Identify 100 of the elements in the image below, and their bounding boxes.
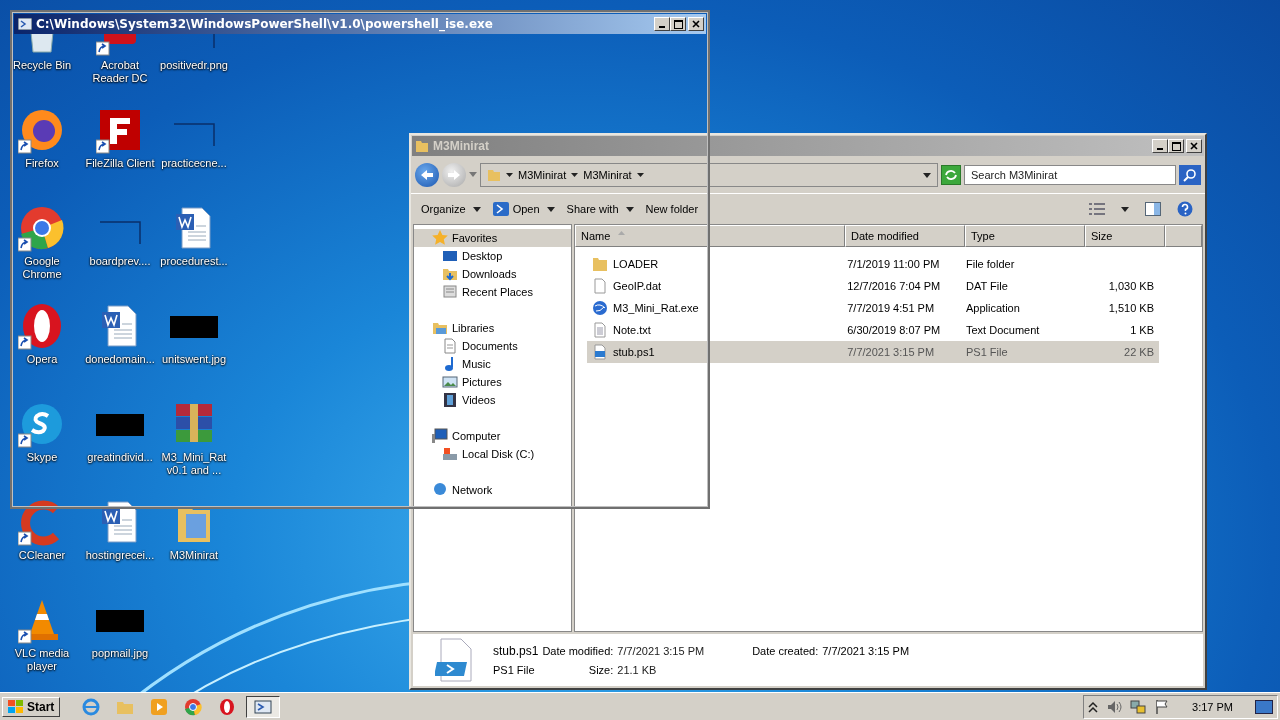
desktop-icon-label[interactable]: FileZilla Client (83, 157, 157, 170)
file-size: 22 KB (1124, 346, 1154, 358)
document-icon (442, 338, 458, 354)
blank-file-icon (592, 278, 608, 294)
column-header[interactable]: Type (965, 225, 1085, 247)
toolbar-button[interactable]: New folder (641, 199, 703, 219)
navigation-item[interactable]: Music (414, 355, 571, 373)
date-modified-label: Date modified: (542, 645, 614, 657)
navigation-item[interactable]: Recent Places (414, 283, 571, 301)
date-modified: 7/7/2019 4:51 PM (847, 302, 935, 314)
disk-icon (442, 446, 458, 462)
chevron-up-icon[interactable] (1088, 700, 1099, 713)
date-created-label: Date created: (752, 645, 819, 657)
computer-icon (432, 428, 448, 444)
desktop-icon-label[interactable]: Firefox (5, 157, 79, 170)
file-name: stub.ps1 (493, 644, 539, 658)
navigation-item[interactable]: Desktop (414, 247, 571, 265)
close-button[interactable] (1186, 139, 1202, 153)
file-type: Application (966, 302, 1020, 314)
caret-icon[interactable] (571, 172, 579, 178)
navigation-item[interactable]: Libraries (414, 319, 571, 337)
terminal-icon (492, 202, 509, 216)
file-type: PS1 File (493, 664, 536, 676)
forward-arrow-icon (447, 169, 461, 181)
column-header[interactable]: Date modified (845, 225, 965, 247)
desktop-icon-label[interactable]: unitswent.jpg (157, 353, 231, 366)
start-button[interactable]: Start (2, 696, 61, 717)
search-field[interactable]: Search M3Minirat (964, 165, 1176, 185)
pane-icon (1145, 202, 1161, 216)
navigation-item[interactable]: Downloads (414, 265, 571, 283)
desktop-icon-label[interactable]: positivedr.png (157, 59, 231, 72)
file-row[interactable]: M3_Mini_Rat.exe 7/7/2019 4:51 PM Application 1,510 KB (587, 297, 1159, 319)
toolbar-button[interactable]: Open (488, 198, 559, 220)
file-name: stub.ps1 (613, 346, 655, 358)
clock[interactable]: 3:17 PM (1192, 700, 1233, 713)
flag-icon[interactable] (1154, 698, 1171, 715)
e-logo-icon (82, 697, 101, 716)
column-header[interactable]: Size (1085, 225, 1165, 247)
network-icon[interactable] (1130, 698, 1147, 715)
breadcrumb-item[interactable]: M3Minirat (583, 169, 632, 181)
desktop-icon-label[interactable]: Opera (5, 353, 79, 366)
file-type: PS1 File (966, 346, 1008, 358)
desktop-icon-label[interactable]: Acrobat Reader DC (83, 59, 157, 85)
desktop-icon-label[interactable]: Recycle Bin (5, 59, 79, 72)
script-file-icon (435, 638, 475, 682)
file-size: 21.1 KB (617, 664, 658, 676)
desktop-icon-label[interactable]: Google Chrome (5, 255, 79, 281)
maximize-button[interactable] (670, 17, 686, 31)
close-button[interactable] (688, 17, 704, 31)
minimize-button[interactable] (1152, 139, 1168, 153)
maximize-button[interactable] (1168, 139, 1184, 153)
desktop-icon-label[interactable]: M3_Mini_Rat v0.1 and ... (157, 451, 231, 477)
minimize-button[interactable] (654, 17, 670, 31)
caret-icon (472, 206, 481, 212)
play-icon (150, 697, 169, 716)
navigation-item[interactable]: Network (414, 481, 571, 499)
folder-icon (487, 168, 501, 182)
navigation-item[interactable]: Computer (414, 427, 571, 445)
navigation-item[interactable]: Pictures (414, 373, 571, 391)
file-name: Note.txt (613, 324, 651, 336)
desktop-icon-label[interactable]: boardprev.... (83, 255, 157, 268)
file-name: LOADER (613, 258, 659, 270)
breadcrumb-item[interactable]: M3Minirat (518, 169, 567, 181)
desktop-icon-label[interactable]: practicecne... (157, 157, 231, 170)
desktop-icon-label[interactable]: Skype (5, 451, 79, 464)
caret-icon[interactable] (923, 172, 931, 178)
caret-icon[interactable] (506, 172, 513, 178)
navigation-item[interactable]: Favorites (414, 229, 571, 247)
file-row[interactable]: stub.ps1 7/7/2021 3:15 PM PS1 File 22 KB (587, 341, 1159, 363)
desktop-icon-label[interactable]: hostingrecei... (83, 549, 157, 562)
file-row[interactable]: LOADER 7/1/2019 11:00 PM File folder (587, 253, 1159, 275)
search-button[interactable] (1179, 165, 1201, 185)
desktop-icon-label[interactable]: greatindivid... (83, 451, 157, 464)
show-desktop-icon[interactable] (1255, 699, 1273, 714)
refresh-button[interactable] (941, 165, 961, 185)
address-bar[interactable]: M3Minirat M3Minirat (480, 163, 938, 187)
refresh-icon (944, 169, 958, 181)
desktop-icon-label[interactable]: M3Minirat (157, 549, 231, 562)
navigation-item[interactable]: Local Disk (C:) (414, 445, 571, 463)
desktop-icon-label[interactable]: popmail.jpg (83, 647, 157, 660)
navigation-item[interactable]: Documents (414, 337, 571, 355)
desktop-icon-label[interactable]: donedomain... (83, 353, 157, 366)
navigation-item[interactable]: Videos (414, 391, 571, 409)
folder-icon (432, 320, 448, 336)
desktop-icon-label[interactable]: procedurest... (157, 255, 231, 268)
column-header[interactable]: Name (575, 225, 845, 247)
file-row[interactable]: GeoIP.dat 12/7/2016 7:04 PM DAT File 1,030 KB (587, 275, 1159, 297)
file-type: DAT File (966, 280, 1008, 292)
caret-icon[interactable] (636, 172, 644, 178)
search-icon (1183, 168, 1197, 182)
picture-icon (442, 374, 458, 390)
desktop-icon-label[interactable]: CCleaner (5, 549, 79, 562)
desktop-icon-label[interactable]: VLC media player (5, 647, 79, 673)
toolbar-button[interactable]: Organize (417, 199, 485, 219)
file-row[interactable]: Note.txt 6/30/2019 8:07 PM Text Document 1 KB (587, 319, 1159, 341)
ring-logo-icon[interactable] (18, 204, 66, 252)
taskbar-app-button[interactable] (246, 695, 281, 718)
date-modified: 12/7/2016 7:04 PM (847, 280, 941, 292)
toolbar-button[interactable]: Share with (562, 199, 638, 219)
back-button[interactable] (415, 163, 439, 187)
